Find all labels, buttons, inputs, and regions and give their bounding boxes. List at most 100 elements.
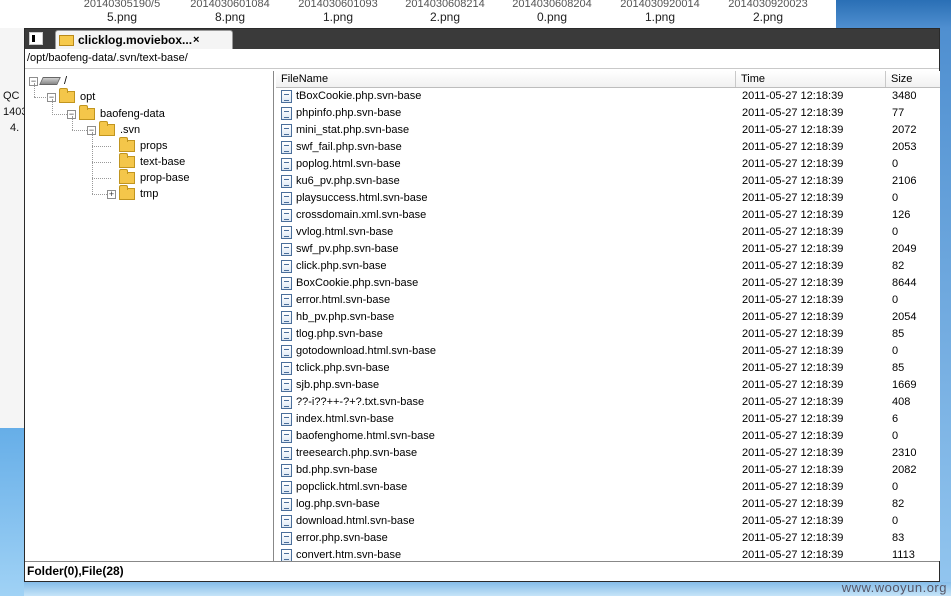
file-time: 2011-05-27 12:18:39 — [742, 175, 844, 187]
file-row[interactable]: crossdomain.xml.svn-base 2011-05-27 12:18… — [276, 207, 940, 224]
drive-icon — [39, 77, 61, 85]
file-row[interactable]: tBoxCookie.php.svn-base 2011-05-27 12:18:… — [276, 88, 940, 105]
column-header-size[interactable]: Size — [886, 71, 940, 87]
file-time: 2011-05-27 12:18:39 — [742, 277, 844, 289]
file-name-cell: BoxCookie.php.svn-base — [276, 275, 736, 292]
file-name: click.php.svn-base — [296, 260, 387, 272]
tab-clicklog[interactable]: clicklog.moviebox... × — [55, 30, 233, 49]
desktop-file-extension: 1.png — [322, 10, 354, 24]
file-row[interactable]: bd.php.svn-base 2011-05-27 12:18:39 2082 — [276, 462, 940, 479]
path-field[interactable]: /opt/baofeng-data/.svn/text-base/ — [25, 49, 939, 69]
window-menu-button[interactable] — [29, 32, 43, 45]
file-row[interactable]: index.html.svn-base 2011-05-27 12:18:39 6 — [276, 411, 940, 428]
tree-node[interactable]: − .svn — [87, 121, 140, 138]
file-name: tlog.php.svn-base — [296, 328, 383, 340]
close-tab-button[interactable]: × — [193, 34, 199, 46]
file-row[interactable]: playsuccess.html.svn-base 2011-05-27 12:1… — [276, 190, 940, 207]
tree-connector — [72, 130, 87, 131]
desktop-file-name: 2014030608204 — [512, 0, 592, 10]
file-row[interactable]: swf_fail.php.svn-base 2011-05-27 12:18:39… — [276, 139, 940, 156]
file-row[interactable]: ??-i??++-?+?.txt.svn-base 2011-05-27 12:1… — [276, 394, 940, 411]
file-time: 2011-05-27 12:18:39 — [742, 396, 844, 408]
tree-node[interactable]: − opt — [47, 88, 95, 105]
file-row[interactable]: swf_pv.php.svn-base 2011-05-27 12:18:39 20… — [276, 241, 940, 258]
file-name: vvlog.html.svn-base — [296, 226, 394, 238]
desktop-file-item[interactable]: 2014030608214 2.png — [405, 0, 485, 24]
desktop-file-item[interactable]: 20140305190/5 5.png — [82, 0, 162, 24]
column-header-filename[interactable]: FileName — [276, 71, 736, 87]
file-time: 2011-05-27 12:18:39 — [742, 362, 844, 374]
file-name-cell: popclick.html.svn-base — [276, 479, 736, 496]
folder-icon — [59, 34, 74, 46]
file-time: 2011-05-27 12:18:39 — [742, 311, 844, 323]
file-row[interactable]: BoxCookie.php.svn-base 2011-05-27 12:18:3… — [276, 275, 940, 292]
file-row[interactable]: phpinfo.php.svn-base 2011-05-27 12:18:39 7… — [276, 105, 940, 122]
file-icon — [281, 311, 292, 324]
file-row[interactable]: gotodownload.html.svn-base 2011-05-27 12:… — [276, 343, 940, 360]
file-size: 126 — [892, 209, 911, 221]
desktop-file-item[interactable]: 2014030920014 1.png — [620, 0, 700, 24]
tree-node[interactable]: − baofeng-data — [67, 105, 165, 122]
file-size: 0 — [892, 158, 899, 170]
file-icon — [281, 362, 292, 375]
file-icon — [281, 481, 292, 494]
file-icon — [281, 192, 292, 205]
file-time: 2011-05-27 12:18:39 — [742, 481, 844, 493]
tree-node[interactable]: + tmp — [107, 185, 158, 202]
file-time: 2011-05-27 12:18:39 — [742, 532, 844, 544]
file-row[interactable]: popclick.html.svn-base 2011-05-27 12:18:3… — [276, 479, 940, 496]
file-size: 8644 — [892, 277, 917, 289]
file-size: 2082 — [892, 464, 917, 476]
file-row[interactable]: error.html.svn-base 2011-05-27 12:18:39 0 — [276, 292, 940, 309]
file-row[interactable]: convert.htm.svn-base 2011-05-27 12:18:39 1… — [276, 547, 940, 561]
background-window-left: QC 1403 4. — [0, 28, 27, 596]
file-row[interactable]: hb_pv.php.svn-base 2011-05-27 12:18:39 205… — [276, 309, 940, 326]
column-header-time[interactable]: Time — [736, 71, 886, 87]
file-name-cell: tlog.php.svn-base — [276, 326, 736, 343]
file-row[interactable]: mini_stat.php.svn-base 2011-05-27 12:18:3… — [276, 122, 940, 139]
file-icon — [281, 447, 292, 460]
file-name-cell: sjb.php.svn-base — [276, 377, 736, 394]
file-row[interactable]: log.php.svn-base 2011-05-27 12:18:39 82 — [276, 496, 940, 513]
tree-connector — [72, 116, 73, 130]
file-name-cell: ??-i??++-?+?.txt.svn-base — [276, 394, 736, 411]
file-name: index.html.svn-base — [296, 413, 394, 425]
file-size: 83 — [892, 532, 905, 544]
list-header: FileName Time Size — [276, 71, 940, 88]
tree-node[interactable]: prop-base — [107, 169, 190, 186]
file-time: 2011-05-27 12:18:39 — [742, 498, 844, 510]
file-name: download.html.svn-base — [296, 515, 415, 527]
file-name-cell: crossdomain.xml.svn-base — [276, 207, 736, 224]
file-icon — [281, 277, 292, 290]
file-row[interactable]: download.html.svn-base 2011-05-27 12:18:3… — [276, 513, 940, 530]
file-row[interactable]: sjb.php.svn-base 2011-05-27 12:18:39 1669 — [276, 377, 940, 394]
expand-icon[interactable]: + — [107, 189, 116, 199]
file-row[interactable]: tlog.php.svn-base 2011-05-27 12:18:39 85 — [276, 326, 940, 343]
file-name-cell: swf_pv.php.svn-base — [276, 241, 736, 258]
file-row[interactable]: tclick.php.svn-base 2011-05-27 12:18:39 85 — [276, 360, 940, 377]
tree-node[interactable]: text-base — [107, 153, 185, 170]
desktop-file-item[interactable]: 2014030920023 2.png — [728, 0, 808, 24]
desktop-file-item[interactable]: 2014030601093 1.png — [298, 0, 378, 24]
desktop-file-name: 20140305190/5 — [83, 0, 161, 10]
file-size: 2049 — [892, 243, 917, 255]
file-size: 0 — [892, 515, 899, 527]
file-time: 2011-05-27 12:18:39 — [742, 192, 844, 204]
tree-connector — [92, 178, 111, 179]
file-size: 3480 — [892, 90, 917, 102]
desktop-file-item[interactable]: 2014030608204 0.png — [512, 0, 592, 24]
file-name-cell: treesearch.php.svn-base — [276, 445, 736, 462]
file-icon — [281, 175, 292, 188]
file-time: 2011-05-27 12:18:39 — [742, 124, 844, 136]
file-row[interactable]: poplog.html.svn-base 2011-05-27 12:18:39 0 — [276, 156, 940, 173]
desktop-file-extension: 5.png — [106, 10, 138, 24]
file-row[interactable]: click.php.svn-base 2011-05-27 12:18:39 82 — [276, 258, 940, 275]
desktop-file-item[interactable]: 2014030601084 8.png — [190, 0, 270, 24]
file-row[interactable]: ku6_pv.php.svn-base 2011-05-27 12:18:39 21… — [276, 173, 940, 190]
file-row[interactable]: baofenghome.html.svn-base 2011-05-27 12:1… — [276, 428, 940, 445]
file-row[interactable]: vvlog.html.svn-base 2011-05-27 12:18:39 0 — [276, 224, 940, 241]
file-row[interactable]: error.php.svn-base 2011-05-27 12:18:39 83 — [276, 530, 940, 547]
file-row[interactable]: treesearch.php.svn-base 2011-05-27 12:18:… — [276, 445, 940, 462]
tree-node[interactable]: props — [107, 137, 168, 154]
tree-connector — [34, 83, 35, 97]
